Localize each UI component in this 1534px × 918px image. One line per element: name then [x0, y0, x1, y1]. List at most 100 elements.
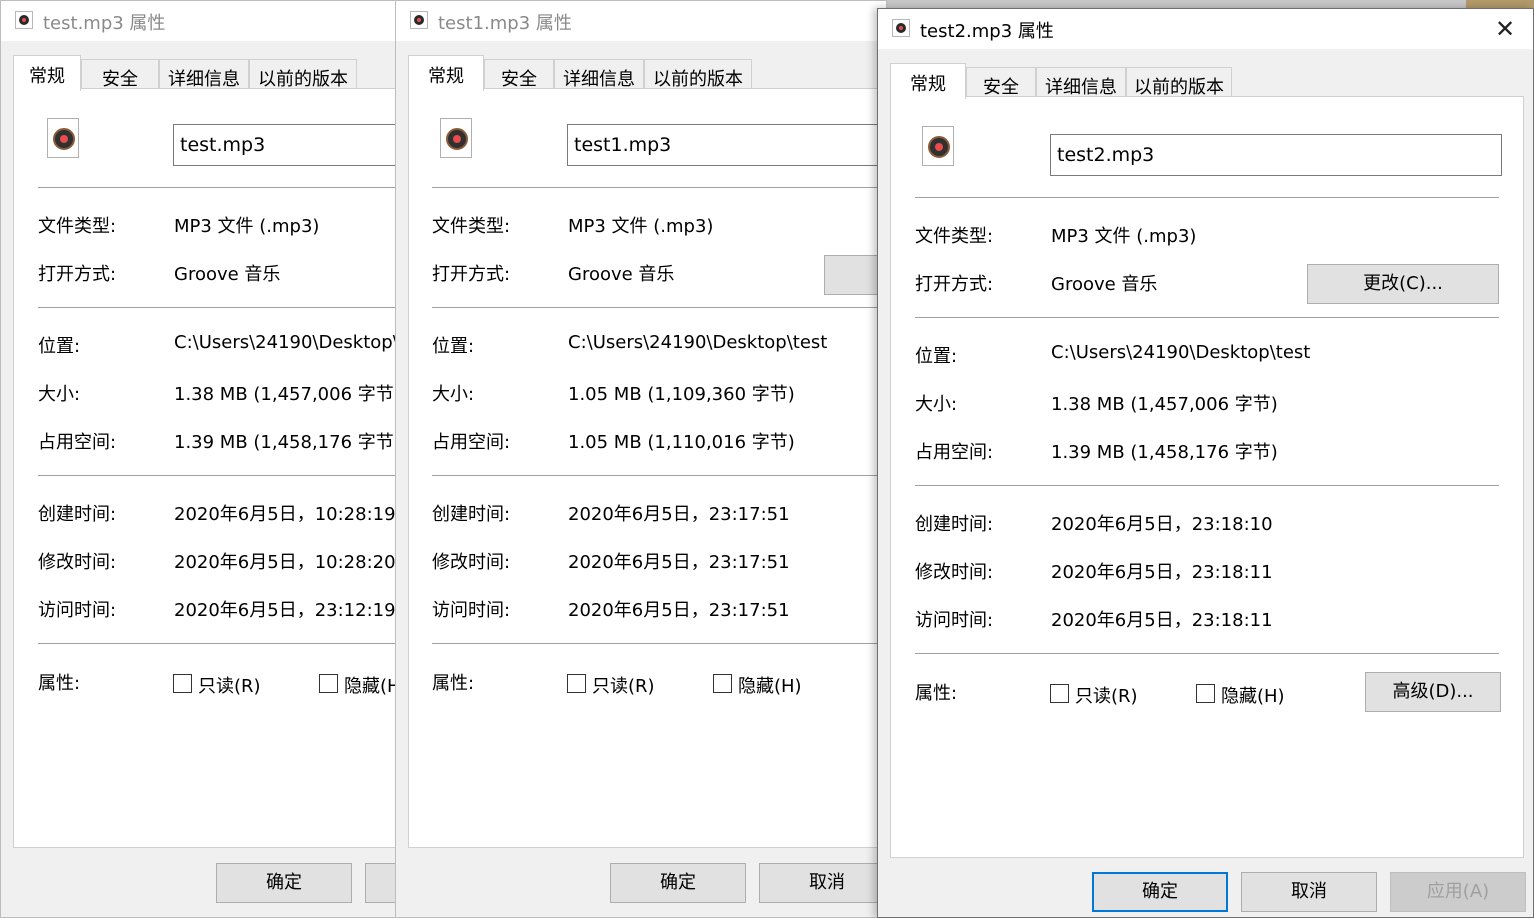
hidden-checkbox[interactable]: [713, 674, 732, 693]
separator: [38, 307, 404, 308]
file-type-value: MP3 文件 (.mp3): [1051, 226, 1197, 247]
tab-previous-versions[interactable]: 以前的版本: [249, 59, 357, 90]
accessed-value: 2020年6月5日，23:12:19: [174, 600, 396, 621]
separator: [432, 475, 886, 476]
properties-dialog-test1[interactable]: test1.mp3 属性 常规 安全 详细信息 以前的版本 文件类型: MP3 …: [395, 0, 887, 918]
mp3-file-icon: [922, 126, 954, 166]
location-value: C:\Users\24190\Desktop\test: [174, 332, 404, 353]
readonly-label[interactable]: 只读(R): [198, 672, 261, 698]
properties-dialog-test[interactable]: test.mp3 属性 常规 安全 详细信息 以前的版本 文件类型: MP3 文…: [0, 0, 405, 918]
readonly-checkbox[interactable]: [1050, 684, 1069, 703]
size-value: 1.38 MB (1,457,006 字节): [1051, 394, 1278, 415]
modified-label: 修改时间:: [432, 552, 511, 573]
ok-button[interactable]: 确定: [216, 863, 352, 903]
apply-button[interactable]: 应用(A): [1390, 872, 1526, 912]
ok-button[interactable]: 确定: [1092, 872, 1228, 912]
hidden-checkbox[interactable]: [319, 674, 338, 693]
size-label: 大小:: [915, 394, 958, 415]
open-with-label: 打开方式:: [915, 274, 994, 295]
location-value: C:\Users\24190\Desktop\test: [568, 332, 828, 353]
mp3-file-icon: [440, 118, 472, 158]
tab-general[interactable]: 常规: [13, 55, 81, 91]
separator: [432, 643, 886, 644]
tab-previous-versions[interactable]: 以前的版本: [644, 59, 752, 90]
mp3-file-icon: [47, 118, 79, 158]
change-button[interactable]: 更改(C)...: [1307, 264, 1499, 304]
accessed-label: 访问时间:: [915, 610, 994, 631]
general-panel: 文件类型: MP3 文件 (.mp3) 打开方式: Groove 音乐 更改(C…: [890, 96, 1524, 858]
tab-general[interactable]: 常规: [890, 63, 966, 99]
location-label: 位置:: [432, 336, 475, 357]
tab-details[interactable]: 详细信息: [159, 59, 249, 90]
created-label: 创建时间:: [38, 504, 117, 525]
advanced-button[interactable]: 高级(D)...: [1365, 672, 1501, 712]
size-label: 大小:: [432, 384, 475, 405]
file-type-label: 文件类型:: [38, 216, 117, 237]
tab-security[interactable]: 安全: [484, 59, 554, 90]
file-name-input[interactable]: [173, 124, 404, 166]
separator: [38, 475, 404, 476]
file-name-input[interactable]: [1050, 134, 1502, 176]
open-with-label: 打开方式:: [432, 264, 511, 285]
modified-value: 2020年6月5日，10:28:20: [174, 552, 396, 573]
hidden-checkbox[interactable]: [1196, 684, 1215, 703]
general-panel: 文件类型: MP3 文件 (.mp3) 打开方式: Groove 音乐 位置: …: [408, 88, 886, 848]
window-title: test1.mp3 属性: [438, 13, 572, 34]
attributes-label: 属性:: [38, 673, 81, 694]
properties-dialog-test2[interactable]: test2.mp3 属性 ✕ 常规 安全 详细信息 以前的版本 文件类型: MP…: [877, 8, 1534, 918]
file-name-input[interactable]: [567, 124, 886, 166]
title-bar[interactable]: test.mp3 属性: [1, 1, 404, 41]
window-title: test.mp3 属性: [43, 13, 166, 34]
cancel-button[interactable]: 取消: [759, 863, 886, 903]
window-title: test2.mp3 属性: [920, 21, 1054, 42]
tab-previous-versions[interactable]: 以前的版本: [1126, 67, 1232, 98]
size-on-disk-value: 1.39 MB (1,458,176 字节): [1051, 442, 1278, 463]
hidden-label[interactable]: 隐藏(H): [738, 672, 802, 698]
mp3-file-icon: [410, 11, 428, 29]
readonly-checkbox[interactable]: [173, 674, 192, 693]
separator: [915, 485, 1499, 486]
size-on-disk-value: 1.39 MB (1,458,176 字节): [174, 432, 401, 453]
location-value: C:\Users\24190\Desktop\test: [1051, 342, 1311, 363]
title-bar[interactable]: test1.mp3 属性: [396, 1, 886, 41]
attributes-label: 属性:: [432, 673, 475, 694]
cancel-button[interactable]: 取消: [1241, 872, 1377, 912]
modified-label: 修改时间:: [915, 562, 994, 583]
created-value: 2020年6月5日，23:17:51: [568, 504, 790, 525]
location-label: 位置:: [915, 346, 958, 367]
size-on-disk-label: 占用空间:: [38, 432, 117, 453]
created-value: 2020年6月5日，10:28:19: [174, 504, 396, 525]
separator: [915, 317, 1499, 318]
size-on-disk-label: 占用空间:: [432, 432, 511, 453]
readonly-label[interactable]: 只读(R): [1075, 682, 1138, 708]
modified-label: 修改时间:: [38, 552, 117, 573]
file-type-value: MP3 文件 (.mp3): [568, 216, 714, 237]
ok-button[interactable]: 确定: [610, 863, 746, 903]
created-value: 2020年6月5日，23:18:10: [1051, 514, 1273, 535]
open-with-value: Groove 音乐: [568, 264, 675, 285]
created-label: 创建时间:: [432, 504, 511, 525]
separator: [38, 187, 404, 188]
general-panel: 文件类型: MP3 文件 (.mp3) 打开方式: Groove 音乐 位置: …: [13, 88, 404, 848]
tab-details[interactable]: 详细信息: [1036, 67, 1126, 98]
attributes-label: 属性:: [915, 683, 958, 704]
mp3-file-icon: [15, 11, 33, 29]
size-label: 大小:: [38, 384, 81, 405]
readonly-label[interactable]: 只读(R): [592, 672, 655, 698]
tab-details[interactable]: 详细信息: [554, 59, 644, 90]
hidden-label[interactable]: 隐藏(H): [1221, 682, 1285, 708]
title-bar[interactable]: test2.mp3 属性 ✕: [878, 9, 1533, 49]
tab-security[interactable]: 安全: [81, 59, 159, 90]
accessed-label: 访问时间:: [38, 600, 117, 621]
location-label: 位置:: [38, 336, 81, 357]
size-on-disk-label: 占用空间:: [915, 442, 994, 463]
open-with-value: Groove 音乐: [1051, 274, 1158, 295]
accessed-value: 2020年6月5日，23:17:51: [568, 600, 790, 621]
readonly-checkbox[interactable]: [567, 674, 586, 693]
close-icon[interactable]: ✕: [1485, 13, 1525, 45]
accessed-value: 2020年6月5日，23:18:11: [1051, 610, 1273, 631]
tab-general[interactable]: 常规: [408, 55, 484, 91]
created-label: 创建时间:: [915, 514, 994, 535]
size-value: 1.38 MB (1,457,006 字节): [174, 384, 401, 405]
tab-security[interactable]: 安全: [966, 67, 1036, 98]
